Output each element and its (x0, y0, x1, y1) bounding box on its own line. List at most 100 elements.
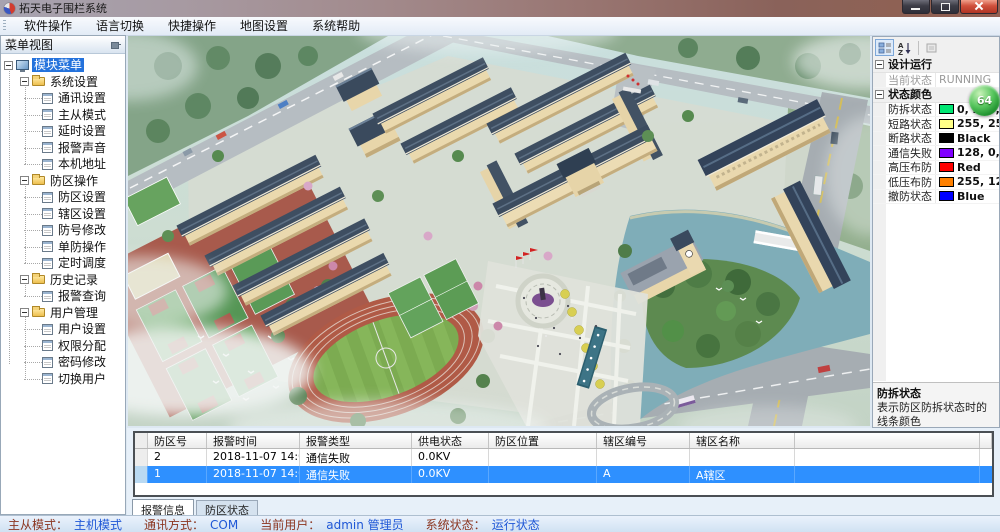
color-swatch (939, 191, 954, 201)
tree-folder-system-settings[interactable]: 系统设置 (1, 74, 125, 91)
tree-item-local-address[interactable]: 本机地址 (1, 156, 125, 173)
table-header-row: 防区号 报警时间 报警类型 供电状态 防区位置 辖区编号 辖区名称 (135, 433, 992, 449)
maximize-button[interactable] (931, 0, 959, 14)
form-icon (42, 324, 53, 335)
module-tree: 模块菜单 系统设置 通讯设置 主从模式 延时设置 报警声音 本机地址 防区操作 … (1, 54, 125, 497)
category-design-run[interactable]: 设计运行 (873, 58, 999, 73)
alphabetical-sort-button[interactable]: AZ (895, 39, 914, 56)
table-row-selected[interactable]: 1 2018-11-07 14:05:42 通信失败 0.0KV A A辖区 (135, 466, 992, 483)
form-icon (42, 126, 53, 137)
table-row[interactable]: 2 2018-11-07 14:05:42 通信失败 0.0KV (135, 449, 992, 466)
form-icon (42, 192, 53, 203)
tree-item-scheduled-dispatch[interactable]: 定时调度 (1, 255, 125, 272)
minimize-button[interactable] (902, 0, 930, 14)
window-title: 拓天电子围栏系统 (19, 0, 107, 17)
color-swatch (939, 104, 954, 114)
col-alarm-type[interactable]: 报警类型 (300, 433, 412, 448)
collapse-icon[interactable] (4, 61, 13, 70)
collapse-icon[interactable] (20, 77, 29, 86)
status-current-user: 当前用户：admin 管理员 (260, 516, 403, 532)
tree-item-user-settings[interactable]: 用户设置 (1, 321, 125, 338)
toolbar-grip-icon (3, 20, 6, 32)
collapse-icon[interactable] (875, 60, 884, 69)
collapse-icon[interactable] (20, 176, 29, 185)
tree-item-change-password[interactable]: 密码修改 (1, 354, 125, 371)
floating-overlay-badge[interactable]: 64 (969, 85, 1000, 116)
toolbar-separator (918, 41, 919, 55)
menu-software-ops[interactable]: 软件操作 (12, 17, 84, 35)
property-pages-button[interactable] (922, 39, 941, 56)
categorized-view-button[interactable] (875, 39, 894, 56)
col-zone-id[interactable]: 防区号 (148, 433, 207, 448)
tree-item-alarm-sound[interactable]: 报警声音 (1, 140, 125, 157)
tree-folder-user-mgmt[interactable]: 用户管理 (1, 305, 125, 322)
tree-item-zone-settings[interactable]: 防区设置 (1, 189, 125, 206)
col-power-state[interactable]: 供电状态 (412, 433, 489, 448)
col-filler (980, 433, 992, 448)
form-icon (42, 109, 53, 120)
tree-item-single-zone-op[interactable]: 单防操作 (1, 239, 125, 256)
tree-item-alarm-query[interactable]: 报警查询 (1, 288, 125, 305)
status-comm-mode: 通讯方式：COM (144, 516, 238, 532)
description-text: 表示防区防拆状态时的线条颜色 (877, 401, 995, 429)
app-window: 拓天电子围栏系统 软件操作 语言切换 快捷操作 地图设置 系统帮助 菜单视图 模… (0, 0, 1000, 532)
title-bar: 拓天电子围栏系统 (0, 0, 1000, 17)
form-icon (42, 291, 53, 302)
status-bar: 主从模式：主机模式 通讯方式：COM 当前用户：admin 管理员 系统状态：运… (0, 515, 1000, 532)
col-district-name[interactable]: 辖区名称 (690, 433, 795, 448)
tree-folder-zone-ops[interactable]: 防区操作 (1, 173, 125, 190)
tree-folder-history[interactable]: 历史记录 (1, 272, 125, 289)
tree-item-zone-id-edit[interactable]: 防号修改 (1, 222, 125, 239)
sidebar-header: 菜单视图 (1, 36, 125, 54)
row-indicator (135, 449, 148, 466)
sidebar-title: 菜单视图 (5, 36, 53, 53)
color-swatch (939, 119, 954, 129)
form-icon (42, 208, 53, 219)
folder-icon (32, 176, 45, 185)
form-icon (42, 225, 53, 236)
bottom-dock: 防区号 报警时间 报警类型 供电状态 防区位置 辖区编号 辖区名称 2 2018… (127, 428, 1000, 515)
col-zone-location[interactable]: 防区位置 (489, 433, 597, 448)
campus-map-canvas[interactable] (128, 36, 870, 426)
menu-map-settings[interactable]: 地图设置 (228, 17, 300, 35)
campus-aerial-image (128, 36, 870, 426)
menu-bar: 软件操作 语言切换 快捷操作 地图设置 系统帮助 (0, 17, 1000, 36)
az-sort-icon: AZ (898, 41, 912, 55)
form-icon (42, 159, 53, 170)
property-row-disarmed[interactable]: 撤防状态Blue (873, 190, 999, 205)
form-icon (42, 373, 53, 384)
folder-icon (32, 275, 45, 284)
close-button[interactable] (960, 0, 998, 14)
property-pages-icon (925, 41, 939, 55)
menu-language-switch[interactable]: 语言切换 (84, 17, 156, 35)
form-icon (42, 142, 53, 153)
row-indicator-header (135, 433, 148, 448)
menu-system-help[interactable]: 系统帮助 (300, 17, 372, 35)
pin-icon[interactable] (110, 39, 121, 50)
form-icon (42, 258, 53, 269)
computer-icon (16, 60, 29, 70)
form-icon (42, 93, 53, 104)
collapse-icon[interactable] (875, 90, 884, 99)
form-icon (42, 357, 53, 368)
tree-item-master-slave-mode[interactable]: 主从模式 (1, 107, 125, 124)
tree-item-permissions[interactable]: 权限分配 (1, 338, 125, 355)
collapse-icon[interactable] (20, 308, 29, 317)
tree-item-switch-user[interactable]: 切换用户 (1, 371, 125, 388)
status-system-state: 系统状态：运行状态 (426, 516, 540, 532)
tree-item-delay-settings[interactable]: 延时设置 (1, 123, 125, 140)
menu-quick-ops[interactable]: 快捷操作 (156, 17, 228, 35)
color-swatch (939, 162, 954, 172)
app-icon (4, 3, 15, 14)
property-description: 防拆状态 表示防区防拆状态时的线条颜色 (873, 382, 999, 427)
col-alarm-time[interactable]: 报警时间 (207, 433, 300, 448)
collapse-icon[interactable] (20, 275, 29, 284)
col-district-id[interactable]: 辖区编号 (597, 433, 690, 448)
tree-item-district-settings[interactable]: 辖区设置 (1, 206, 125, 223)
tree-root-module-menu[interactable]: 模块菜单 (1, 57, 125, 74)
col-filler (795, 433, 980, 448)
tree-item-comm-settings[interactable]: 通讯设置 (1, 90, 125, 107)
alarm-table: 防区号 报警时间 报警类型 供电状态 防区位置 辖区编号 辖区名称 2 2018… (133, 431, 994, 497)
property-toolbar: AZ (873, 37, 999, 59)
color-swatch (939, 133, 954, 143)
